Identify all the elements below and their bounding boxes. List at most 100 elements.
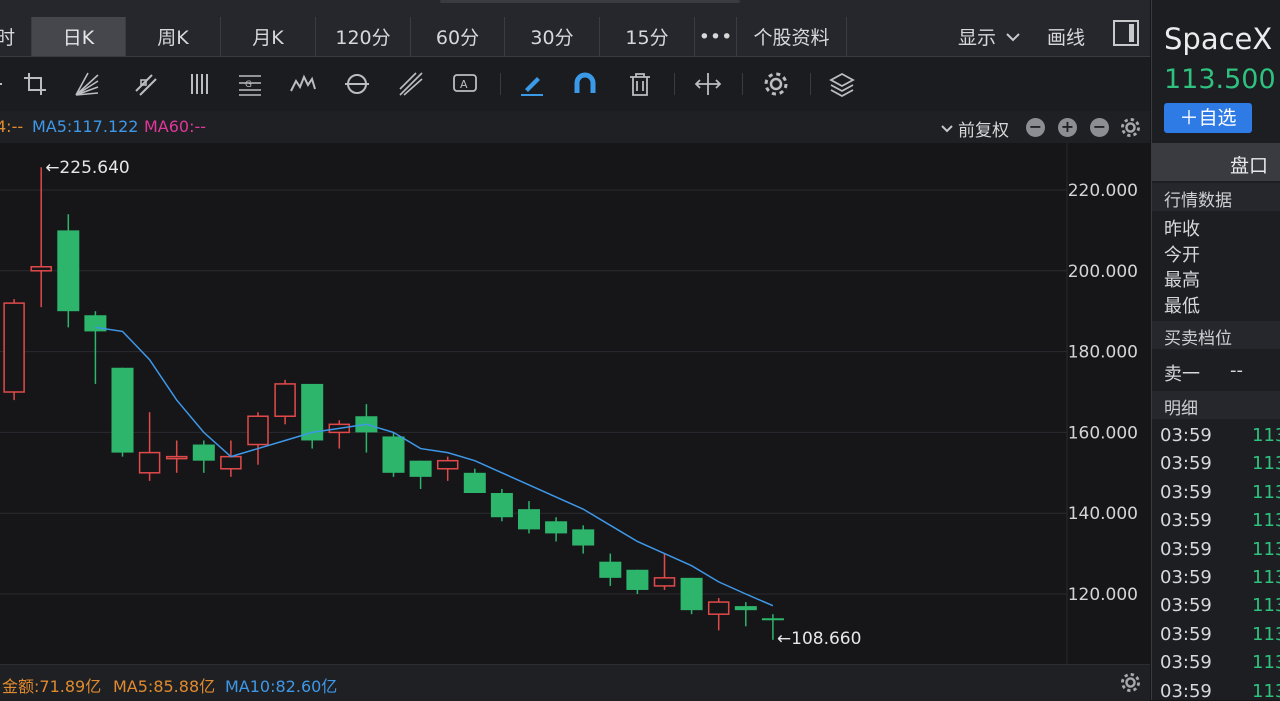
line-tool-icon[interactable]: [0, 69, 16, 99]
channel-icon[interactable]: [130, 69, 160, 99]
tab-label: 时: [0, 27, 15, 49]
high-price-annotation: ←225.640: [45, 158, 130, 178]
candle: [57, 214, 80, 328]
candle-body: [274, 383, 296, 417]
indicator-settings-icon[interactable]: [1120, 117, 1141, 138]
candle-body: [707, 601, 730, 615]
tab-partial[interactable]: 时: [0, 17, 32, 56]
collapse-indicator-icon[interactable]: −: [1090, 118, 1109, 137]
kline-chart[interactable]: 220.000 200.000 180.000 160.000 140.000 120.0…: [0, 143, 1150, 664]
remove-indicator-icon[interactable]: −: [1026, 118, 1045, 137]
tab-120min[interactable]: 120分: [316, 17, 411, 56]
tick-time: 03:59: [1160, 595, 1212, 617]
adjust-dropdown[interactable]: 前复权: [940, 116, 1009, 141]
quote-label: 昨收: [1164, 219, 1200, 240]
layers-icon[interactable]: [827, 69, 857, 99]
ma60-label: MA60:--: [144, 117, 207, 136]
cycle-icon[interactable]: [342, 69, 372, 99]
y-tick-label: 200.000: [1068, 262, 1138, 282]
tab-month-k[interactable]: 月K: [221, 17, 316, 56]
stock-price: 113.500↓: [1164, 64, 1280, 95]
tab-label: 15分: [625, 27, 669, 49]
fork-icon[interactable]: [396, 69, 426, 99]
trade-tick-row: 03:59 113: [1160, 595, 1280, 617]
candle-body: [761, 618, 784, 621]
text-icon[interactable]: A: [450, 69, 480, 99]
low-price-annotation: ←108.660: [777, 629, 862, 649]
tab-15min[interactable]: 15分: [600, 17, 695, 56]
tick-time: 03:59: [1160, 567, 1212, 588]
tab-order-book[interactable]: 盘口: [1152, 143, 1280, 181]
tick-time: 03:59: [1160, 481, 1212, 503]
trade-tick-row: 03:59 113: [1160, 567, 1280, 588]
amount-label: 金额:71.89亿: [2, 677, 102, 696]
candle-body: [247, 415, 269, 446]
toolbar-divider: [742, 73, 743, 95]
fan-icon[interactable]: [72, 69, 102, 99]
tab-30min[interactable]: 30分: [505, 17, 600, 56]
candle-body: [111, 367, 134, 453]
display-label: 显示: [958, 27, 997, 49]
window-drag-handle[interactable]: [440, 0, 740, 3]
svg-text:G: G: [245, 80, 252, 90]
settings-icon[interactable]: [761, 69, 791, 99]
indicator-row: 4:-- MA5:117.122 MA60:-- 前复权 − + −: [0, 111, 1150, 143]
trash-icon[interactable]: [625, 69, 655, 99]
tick-price: 113: [1252, 481, 1280, 503]
tab-60min[interactable]: 60分: [411, 17, 505, 56]
stock-profile-tab[interactable]: 个股资料: [737, 17, 847, 56]
tick-time: 03:59: [1160, 453, 1212, 475]
candle: [3, 299, 25, 401]
candle-body: [572, 529, 595, 546]
tab-day-k[interactable]: 日K: [32, 17, 126, 56]
range-icon[interactable]: [693, 69, 723, 99]
pen-icon[interactable]: [517, 69, 547, 99]
quote-label: 最低: [1164, 296, 1200, 317]
trade-tick-row: 03:59 113: [1160, 652, 1280, 673]
display-dropdown[interactable]: 显示: [958, 17, 1022, 56]
stock-name: SpaceX: [1164, 22, 1273, 56]
trade-tick-row: 03:59 113: [1160, 510, 1280, 531]
gann-icon[interactable]: G: [235, 69, 265, 99]
tick-price: 113: [1252, 652, 1280, 674]
y-tick-label: 160.000: [1068, 423, 1138, 443]
candle-body: [57, 230, 80, 312]
trade-tick-row: 03:59 113: [1160, 623, 1280, 645]
candle: [680, 577, 703, 615]
tab-week-k[interactable]: 周K: [126, 17, 221, 56]
candle-body: [409, 460, 432, 477]
candle-body: [192, 444, 215, 461]
candle: [490, 488, 513, 522]
section-order-levels: 买卖档位: [1152, 321, 1280, 349]
crop-icon[interactable]: [20, 69, 50, 99]
candle-body: [518, 509, 540, 530]
section-title: 行情数据: [1164, 191, 1232, 211]
y-tick-label: 180.000: [1068, 343, 1138, 363]
tick-price: 113: [1252, 510, 1280, 532]
candle-body: [463, 472, 486, 493]
draw-line-button[interactable]: 画线: [1047, 17, 1085, 56]
y-tick-label: 220.000: [1068, 181, 1138, 201]
magnet-icon[interactable]: [570, 69, 600, 99]
quote-panel: SpaceX 113.500↓ ＋自选 盘口 行情数据 昨收 今开1 最高1 最…: [1151, 0, 1280, 700]
tab-label: 30分: [530, 27, 574, 49]
candle-body: [490, 493, 513, 518]
svg-text:A: A: [460, 78, 468, 91]
candle: [301, 383, 324, 449]
tick-time: 03:59: [1160, 623, 1212, 645]
ma5-label: MA5:117.122: [32, 117, 139, 136]
add-indicator-icon[interactable]: +: [1058, 118, 1077, 137]
more-tabs-button[interactable]: •••: [695, 17, 737, 56]
tab-label: 周K: [157, 27, 189, 49]
add-watchlist-button[interactable]: ＋自选: [1164, 103, 1252, 133]
volume-settings-icon[interactable]: [1120, 672, 1141, 693]
tab-label: 盘口: [1230, 155, 1269, 177]
chevron-down-icon: [941, 124, 953, 132]
tab-label: 月K: [252, 27, 284, 49]
tick-price: 113: [1252, 680, 1280, 700]
trade-tick-row: 03:59 113: [1160, 539, 1280, 560]
quote-label: 今开: [1164, 245, 1200, 266]
parallel-lines-icon[interactable]: [185, 69, 215, 99]
wave-icon[interactable]: [288, 69, 318, 99]
panel-toggle-icon[interactable]: [1113, 20, 1139, 46]
